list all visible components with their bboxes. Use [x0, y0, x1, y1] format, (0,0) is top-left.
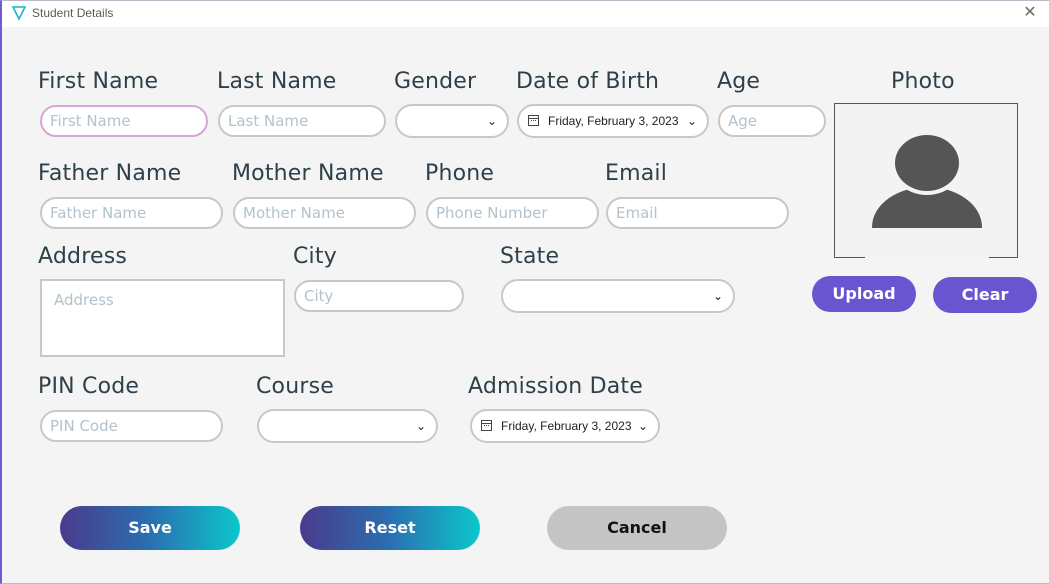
father-name-input[interactable]: [40, 197, 223, 229]
gender-label: Gender: [394, 69, 477, 94]
age-label: Age: [717, 69, 761, 94]
address-textarea[interactable]: Address: [40, 279, 285, 357]
chevron-down-icon: ⌄: [486, 114, 497, 128]
chevron-down-icon: ⌄: [686, 114, 697, 128]
title-bar: Student Details ✕: [2, 1, 1049, 27]
city-input[interactable]: [294, 280, 464, 312]
gender-select[interactable]: ⌄: [395, 104, 509, 138]
clear-button[interactable]: Clear: [933, 277, 1037, 313]
pin-code-label: PIN Code: [38, 374, 140, 399]
triangle-logo-icon: [11, 6, 27, 21]
address-label: Address: [38, 244, 128, 269]
course-select[interactable]: ⌄: [257, 409, 438, 443]
email-input[interactable]: [606, 197, 789, 229]
user-avatar-icon: [865, 133, 989, 267]
course-label: Course: [256, 374, 335, 399]
email-label: Email: [605, 161, 668, 186]
admission-date-value: Friday, February 3, 2023: [501, 419, 632, 433]
age-input[interactable]: [718, 105, 826, 137]
mother-name-input[interactable]: [233, 197, 416, 229]
calendar-icon: [481, 420, 492, 431]
admission-date-picker[interactable]: Friday, February 3, 2023 ⌄: [470, 409, 660, 443]
phone-label: Phone: [425, 161, 495, 186]
dob-picker[interactable]: Friday, February 3, 2023 ⌄: [517, 104, 709, 138]
upload-button[interactable]: Upload: [812, 276, 916, 312]
last-name-input[interactable]: [218, 105, 386, 137]
chevron-down-icon: ⌄: [712, 289, 723, 303]
student-details-window: Student Details ✕ First Name Last Name G…: [0, 0, 1049, 584]
first-name-input[interactable]: [40, 105, 208, 137]
mother-name-label: Mother Name: [232, 161, 384, 186]
chevron-down-icon: ⌄: [637, 419, 648, 433]
pin-code-input[interactable]: [40, 410, 223, 442]
first-name-label: First Name: [38, 69, 159, 94]
phone-input[interactable]: [426, 197, 599, 229]
father-name-label: Father Name: [38, 161, 182, 186]
state-select[interactable]: ⌄: [501, 279, 735, 313]
close-icon[interactable]: ✕: [1019, 3, 1041, 23]
photo-frame: [834, 103, 1018, 267]
dob-value: Friday, February 3, 2023: [548, 114, 679, 128]
photo-label: Photo: [891, 69, 955, 94]
save-button[interactable]: Save: [60, 506, 240, 550]
state-label: State: [500, 244, 560, 269]
cancel-button[interactable]: Cancel: [547, 506, 727, 550]
admission-date-label: Admission Date: [468, 374, 643, 399]
city-label: City: [293, 244, 337, 269]
reset-button[interactable]: Reset: [300, 506, 480, 550]
window-title: Student Details: [32, 6, 114, 20]
dob-label: Date of Birth: [516, 69, 660, 94]
calendar-icon: [528, 115, 539, 126]
last-name-label: Last Name: [217, 69, 337, 94]
chevron-down-icon: ⌄: [415, 419, 426, 433]
